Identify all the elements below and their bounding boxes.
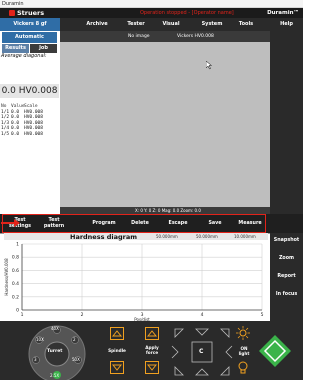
bulb-icon[interactable] — [237, 361, 249, 375]
chart-header-col1: 50.000mm — [156, 234, 178, 239]
apply-force-label: Apply force — [145, 345, 159, 355]
tab-results[interactable]: Results — [2, 44, 29, 53]
y-tick-label: 0.4 — [12, 281, 19, 287]
logo-text: Struers — [17, 8, 45, 17]
scale-label: Vickers HV0.008 — [177, 34, 214, 39]
y-tick-label: 0.8 — [12, 255, 19, 261]
window-title: Duramin — [2, 1, 24, 7]
in-focus-button[interactable]: In focus — [270, 285, 303, 305]
force-up-icon[interactable] — [145, 327, 159, 340]
pointer-arrow-icon — [1, 219, 20, 227]
y-tick-label: 0.2 — [12, 294, 19, 300]
snapshot-button[interactable]: Snapshot — [270, 231, 303, 251]
menu-archive[interactable]: Archive — [84, 18, 110, 31]
turret-pos-3[interactable]: 3 — [34, 357, 37, 362]
turret-pos-2[interactable]: 2 — [73, 337, 76, 342]
stage-status: X: 0 Y: 0 Z: 0 Mag: 0.0 Zoom: 0.0 — [135, 208, 201, 213]
mouse-cursor-icon — [206, 61, 213, 70]
struers-logo: Struers — [9, 9, 44, 18]
x-tick-label: 1 — [21, 312, 24, 318]
image-label: No image — [128, 34, 150, 39]
window-title-bar: Duramin — [0, 0, 303, 8]
nav-center-label[interactable]: C — [199, 348, 203, 355]
operation-status: Operation stopped - [Operator name] — [140, 10, 234, 16]
turret-pos-40x[interactable]: 40X — [51, 326, 59, 331]
start-diamond-icon[interactable] — [258, 334, 292, 368]
live-image-view[interactable] — [60, 42, 270, 207]
turret-pos-2-5x[interactable]: 2.5X — [50, 373, 59, 378]
view-header — [60, 31, 270, 42]
force-down-icon[interactable] — [145, 361, 159, 374]
x-tick-label: 2 — [81, 312, 84, 318]
zoom-button[interactable]: Zoom — [270, 249, 303, 269]
menu-visual[interactable]: Visual — [158, 18, 184, 31]
spindle-down-icon[interactable] — [110, 361, 124, 374]
highlight-box — [2, 214, 266, 233]
table-row[interactable]: 1/5 0.0 HV0.008 — [0, 132, 59, 138]
menu-method[interactable]: Vickers 8 gf — [0, 18, 60, 31]
results-table: No Value Scale 1/1 0.0 HV0.008 1/2 0.0 HV0.0… — [0, 104, 59, 137]
y-tick-label: 1 — [16, 242, 19, 248]
menu-help[interactable]: Help — [270, 18, 303, 31]
sun-icon[interactable] — [236, 326, 250, 340]
y-tick-label: 0.6 — [12, 268, 19, 274]
y-axis-label: Hardness/HV0.008 — [4, 258, 9, 296]
spindle-label: Spindle — [108, 348, 126, 353]
chart-header-col2: 50.000mm — [196, 234, 218, 239]
y-tick-label: 0 — [16, 308, 19, 314]
x-tick-label: 5 — [261, 312, 264, 318]
menu-tools[interactable]: Tools — [232, 18, 260, 31]
logo-mark-icon — [9, 9, 15, 16]
turret-label: Turret — [47, 349, 63, 354]
report-button[interactable]: Report — [270, 267, 303, 287]
menu-tester[interactable]: Tester — [123, 18, 149, 31]
hardness-chart: 00.20.40.60.811 2 3 4 5Pos/distHardness/HV0.… — [4, 242, 264, 322]
light-label: ON light — [238, 346, 250, 356]
tab-job[interactable]: Job — [30, 44, 57, 53]
cell-no: 1/5 — [1, 131, 10, 137]
cell-value: 0.0 — [11, 131, 20, 137]
automatic-button[interactable]: Automatic — [2, 32, 57, 43]
turret-pos-10x[interactable]: 10X — [36, 337, 44, 342]
x-tick-label: 4 — [201, 312, 204, 318]
chart-header-col3: 10.000mm — [234, 234, 256, 239]
cell-scale: HV0.008 — [24, 131, 43, 137]
spindle-up-icon[interactable] — [110, 327, 124, 340]
average-diagonal-caption: Average diagonal: — [1, 53, 47, 59]
average-hardness-value: 0.0 HV0.008 — [0, 84, 59, 98]
brand-name: Duramin™ — [267, 10, 299, 16]
turret-pos-50x[interactable]: 50X — [72, 357, 80, 362]
menu-system[interactable]: System — [196, 18, 228, 31]
